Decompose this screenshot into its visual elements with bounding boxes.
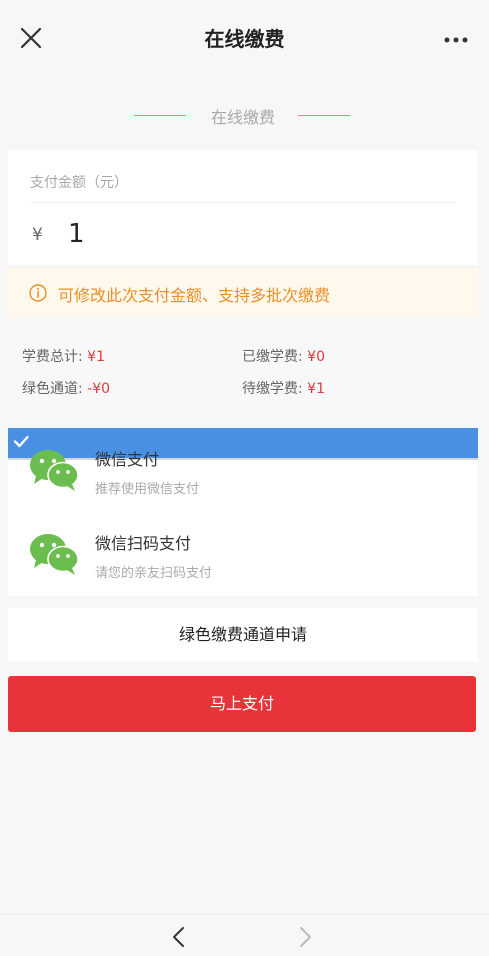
fee-total-value: ¥1	[87, 349, 105, 365]
section-title: 在线缴费	[210, 108, 275, 127]
wechat-icon	[30, 534, 79, 575]
info-circle-icon	[29, 284, 47, 302]
page-title: 在线缴费	[204, 27, 285, 51]
fee-green-value: -¥0	[87, 381, 111, 397]
notice-text: 可修改此次支付金额、支持多批次缴费	[58, 286, 331, 305]
currency-symbol: ¥	[32, 225, 43, 245]
fee-total: 学费总计: ¥1	[22, 346, 105, 366]
fee-paid-value: ¥0	[307, 349, 325, 365]
chevron-right-icon[interactable]	[296, 925, 314, 949]
section-divider-right	[298, 115, 350, 116]
wechat-icon	[30, 450, 79, 491]
fee-paid-label: 已缴学费:	[242, 349, 303, 365]
payment-methods: 微信支付 推荐使用微信支付 微信扫码支付 请您的亲友扫码支付	[8, 428, 478, 596]
fee-pending-value: ¥1	[307, 381, 325, 397]
fee-pending: 待缴学费: ¥1	[242, 378, 325, 398]
payment-option-desc: 推荐使用微信支付	[95, 482, 200, 497]
section-header: 在线缴费	[0, 100, 489, 132]
top-bar: 在线缴费	[0, 0, 489, 78]
fee-summary: 学费总计: ¥1 已缴学费: ¥0 绿色通道: -¥0 待缴学费: ¥1	[8, 330, 478, 418]
payment-option-desc: 请您的亲友扫码支付	[95, 566, 213, 581]
pay-now-button[interactable]: 马上支付	[8, 676, 476, 732]
payment-option-name: 微信支付	[95, 450, 160, 469]
amount-divider	[30, 202, 456, 203]
fee-paid: 已缴学费: ¥0	[242, 346, 325, 366]
payment-option-wechat[interactable]: 微信支付 推荐使用微信支付	[8, 428, 478, 512]
bottom-nav-bar	[0, 914, 489, 956]
notice-bar: 可修改此次支付金额、支持多批次缴费	[8, 268, 478, 318]
chevron-left-icon[interactable]	[170, 925, 188, 949]
fee-green-channel: 绿色通道: -¥0	[22, 378, 110, 398]
more-dots-icon[interactable]	[443, 36, 469, 44]
section-divider-left	[134, 115, 186, 116]
fee-pending-label: 待缴学费:	[242, 381, 303, 397]
payment-option-name: 微信扫码支付	[95, 534, 192, 553]
amount-card: 支付金额（元） ¥ 1	[8, 150, 478, 265]
fee-green-label: 绿色通道:	[22, 381, 83, 397]
amount-input[interactable]: 1	[68, 219, 85, 249]
fee-total-label: 学费总计:	[22, 349, 83, 365]
payment-option-wechat-scan[interactable]: 微信扫码支付 请您的亲友扫码支付	[8, 512, 478, 596]
amount-label: 支付金额（元）	[30, 175, 128, 191]
green-channel-button[interactable]: 绿色缴费通道申请	[8, 608, 478, 662]
